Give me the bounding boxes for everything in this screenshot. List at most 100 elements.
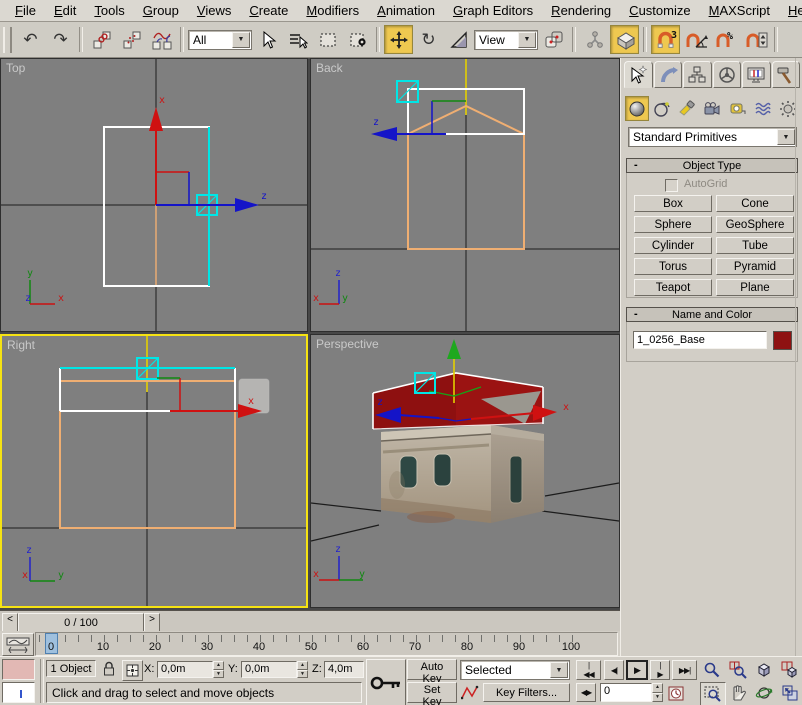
viewport-right-active[interactable]: Right xyxy=(0,334,308,608)
snaps-toggle-button[interactable]: 3 xyxy=(651,25,680,54)
window-crossing-button[interactable] xyxy=(343,25,372,54)
menu-maxscript[interactable]: MAXScript xyxy=(700,1,779,20)
category-systems-button[interactable] xyxy=(776,96,800,121)
key-mode-toggle-button[interactable]: ◀▶ xyxy=(576,683,596,702)
go-to-start-button[interactable]: |◀◀ xyxy=(576,660,601,680)
menu-rendering[interactable]: Rendering xyxy=(542,1,620,20)
y-spinner[interactable]: ▲▼ xyxy=(297,661,308,678)
viewport-top-label[interactable]: Top xyxy=(6,61,25,75)
building-model[interactable] xyxy=(381,425,544,523)
menu-create[interactable]: Create xyxy=(240,1,297,20)
select-and-move-button[interactable] xyxy=(384,25,413,54)
spinner-down-icon[interactable]: ▼ xyxy=(213,670,224,679)
x-spinner[interactable]: ▲▼ xyxy=(213,661,224,678)
cone-button[interactable]: Cone xyxy=(716,195,794,212)
viewport-back-label[interactable]: Back xyxy=(316,61,343,75)
key-filter-selection-dropdown[interactable]: Selected ▼ xyxy=(460,660,570,680)
tab-motion[interactable] xyxy=(713,61,742,88)
select-by-name-button[interactable] xyxy=(283,25,312,54)
plane-button[interactable]: Plane xyxy=(716,279,794,296)
track-bar-ruler[interactable] xyxy=(35,632,618,656)
menu-animation[interactable]: Animation xyxy=(368,1,444,20)
viewport-back-canvas[interactable]: z z x y xyxy=(311,59,619,331)
absolute-offset-mode-button[interactable] xyxy=(122,660,143,681)
primitives-category-dropdown[interactable]: Standard Primitives ▼ xyxy=(628,127,797,147)
current-frame-field[interactable]: 0 xyxy=(600,683,652,702)
zoom-extents-button[interactable] xyxy=(752,659,776,681)
category-spacewarps-button[interactable] xyxy=(751,96,775,121)
menu-modifiers[interactable]: Modifiers xyxy=(297,1,368,20)
dropdown-arrow-icon[interactable]: ▼ xyxy=(232,32,250,48)
bind-to-spacewarp-button[interactable] xyxy=(147,25,176,54)
zoom-all-button[interactable] xyxy=(726,659,750,681)
pan-button[interactable] xyxy=(726,682,750,704)
tab-display[interactable] xyxy=(742,61,771,88)
teapot-button[interactable]: Teapot xyxy=(634,279,712,296)
select-and-manipulate-button[interactable] xyxy=(580,25,609,54)
y-coordinate-field[interactable]: 0,0m xyxy=(241,661,297,678)
viewport-right-label[interactable]: Right xyxy=(7,338,35,352)
rectangular-selection-region-button[interactable] xyxy=(313,25,342,54)
spinner-down-icon[interactable]: ▼ xyxy=(297,670,308,679)
go-to-end-button[interactable]: ▶▶| xyxy=(672,660,697,680)
unlink-button[interactable] xyxy=(117,25,146,54)
geosphere-button[interactable]: GeoSphere xyxy=(716,216,794,233)
menu-group[interactable]: Group xyxy=(134,1,188,20)
menu-edit[interactable]: Edit xyxy=(45,1,85,20)
cylinder-button[interactable]: Cylinder xyxy=(634,237,712,254)
pyramid-button[interactable]: Pyramid xyxy=(716,258,794,275)
previous-frame-button[interactable]: ◀| xyxy=(604,660,624,680)
redo-button[interactable]: ↷ xyxy=(46,25,75,54)
maxscript-listener-input-pane[interactable] xyxy=(2,682,35,703)
undo-button[interactable]: ↶ xyxy=(16,25,45,54)
set-key-button[interactable]: Set Key xyxy=(407,682,457,703)
menu-customize[interactable]: Customize xyxy=(620,1,699,20)
menu-tools[interactable]: Tools xyxy=(85,1,133,20)
viewport-perspective-label[interactable]: Perspective xyxy=(316,337,379,351)
open-mini-curve-editor-button[interactable] xyxy=(2,633,34,656)
frame-spinner[interactable]: ▲▼ xyxy=(652,683,663,702)
object-name-input[interactable] xyxy=(633,331,767,349)
spinner-up-icon[interactable]: ▲ xyxy=(213,661,224,670)
viewport-back[interactable]: Back z xyxy=(310,58,620,332)
spinner-up-icon[interactable]: ▲ xyxy=(652,683,663,693)
menu-views[interactable]: Views xyxy=(188,1,240,20)
viewport-right-canvas[interactable]: x z x y xyxy=(2,336,306,606)
z-coordinate-field[interactable]: 4,0m xyxy=(324,661,364,678)
reference-coordinate-dropdown[interactable]: View ▼ xyxy=(474,30,538,50)
tab-hierarchy[interactable] xyxy=(683,61,712,88)
spinner-up-icon[interactable]: ▲ xyxy=(297,661,308,670)
tab-modify[interactable] xyxy=(654,61,683,88)
viewport-perspective-canvas[interactable]: x z z x y xyxy=(311,335,619,607)
sphere-button[interactable]: Sphere xyxy=(634,216,712,233)
menu-help[interactable]: Help xyxy=(779,1,802,20)
viewport-perspective[interactable]: Perspective xyxy=(310,334,620,608)
box-button[interactable]: Box xyxy=(634,195,712,212)
category-lights-button[interactable] xyxy=(675,96,699,121)
category-geometry-button[interactable] xyxy=(625,96,649,121)
select-and-rotate-button[interactable]: ↻ xyxy=(414,25,443,54)
previous-frame-arrow[interactable]: < xyxy=(2,613,18,632)
x-coordinate-field[interactable]: 0,0m xyxy=(157,661,213,678)
selection-lock-toggle[interactable] xyxy=(101,660,119,678)
next-frame-arrow[interactable]: > xyxy=(144,613,160,632)
name-color-rollout-header[interactable]: - Name and Color xyxy=(626,307,798,322)
arc-rotate-button[interactable] xyxy=(752,682,776,704)
selection-filter-dropdown[interactable]: All ▼ xyxy=(188,30,252,50)
angle-snap-button[interactable] xyxy=(681,25,710,54)
percent-snap-button[interactable]: % xyxy=(711,25,740,54)
spinner-snap-button[interactable] xyxy=(741,25,770,54)
time-slider-handle[interactable]: 0 / 100 xyxy=(18,613,144,632)
spinner-down-icon[interactable]: ▼ xyxy=(652,693,663,703)
next-frame-button[interactable]: |▶ xyxy=(650,660,670,680)
region-zoom-button[interactable] xyxy=(700,682,726,705)
select-and-link-button[interactable] xyxy=(87,25,116,54)
time-configuration-button[interactable] xyxy=(666,683,686,702)
dropdown-arrow-icon[interactable]: ▼ xyxy=(518,32,536,48)
category-cameras-button[interactable] xyxy=(700,96,724,121)
keyboard-shortcut-override-button[interactable] xyxy=(610,25,639,54)
select-object-button[interactable] xyxy=(253,25,282,54)
default-in-out-tangents-button[interactable] xyxy=(460,683,480,702)
object-type-rollout-header[interactable]: - Object Type xyxy=(626,158,798,173)
toolbar-drag-handle[interactable] xyxy=(3,27,12,53)
